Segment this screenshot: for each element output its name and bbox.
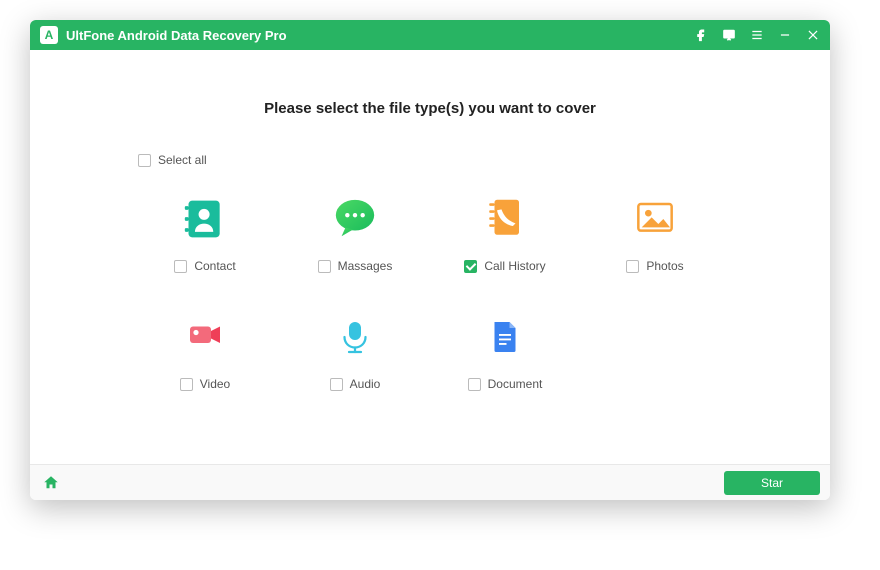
video-icon — [181, 313, 229, 361]
home-button[interactable] — [40, 472, 62, 494]
contact-icon — [181, 195, 229, 243]
messages-icon — [331, 195, 379, 243]
content-area: Please select the file type(s) you want … — [30, 50, 830, 464]
video-checkbox[interactable] — [180, 378, 193, 391]
select-all-label: Select all — [158, 153, 207, 167]
app-window: A UltFone Android Data Recovery Pro Plea… — [30, 20, 830, 500]
messages-checkbox[interactable] — [318, 260, 331, 273]
contact-checkbox[interactable] — [174, 260, 187, 273]
video-label: Video — [200, 377, 230, 391]
audio-checkbox[interactable] — [330, 378, 343, 391]
footer-bar: Star — [30, 464, 830, 500]
star-button[interactable]: Star — [724, 471, 820, 495]
tile-contact[interactable]: Contact — [130, 195, 280, 273]
audio-icon — [331, 313, 379, 361]
tile-document[interactable]: Document — [430, 313, 580, 391]
document-label: Document — [488, 377, 543, 391]
facebook-icon[interactable] — [694, 28, 708, 42]
contact-label: Contact — [194, 259, 235, 273]
audio-label: Audio — [350, 377, 381, 391]
close-icon[interactable] — [806, 28, 820, 42]
select-all-row[interactable]: Select all — [138, 153, 830, 167]
feedback-icon[interactable] — [722, 28, 736, 42]
tile-messages[interactable]: Massages — [280, 195, 430, 273]
photos-label: Photos — [646, 259, 683, 273]
tile-video[interactable]: Video — [130, 313, 280, 391]
minimize-icon[interactable] — [778, 28, 792, 42]
titlebar: A UltFone Android Data Recovery Pro — [30, 20, 830, 50]
tile-audio[interactable]: Audio — [280, 313, 430, 391]
filetype-grid: Contact Massages — [30, 195, 830, 391]
call-history-icon — [481, 195, 529, 243]
tile-photos[interactable]: Photos — [580, 195, 730, 273]
menu-icon[interactable] — [750, 28, 764, 42]
photos-icon — [631, 195, 679, 243]
call-history-checkbox[interactable] — [464, 260, 477, 273]
photos-checkbox[interactable] — [626, 260, 639, 273]
app-logo-icon: A — [40, 26, 58, 44]
messages-label: Massages — [338, 259, 393, 273]
document-checkbox[interactable] — [468, 378, 481, 391]
document-icon — [481, 313, 529, 361]
page-heading: Please select the file type(s) you want … — [30, 100, 830, 117]
tile-call-history[interactable]: Call History — [430, 195, 580, 273]
select-all-checkbox[interactable] — [138, 154, 151, 167]
app-title: UltFone Android Data Recovery Pro — [66, 28, 287, 43]
call-history-label: Call History — [484, 259, 545, 273]
